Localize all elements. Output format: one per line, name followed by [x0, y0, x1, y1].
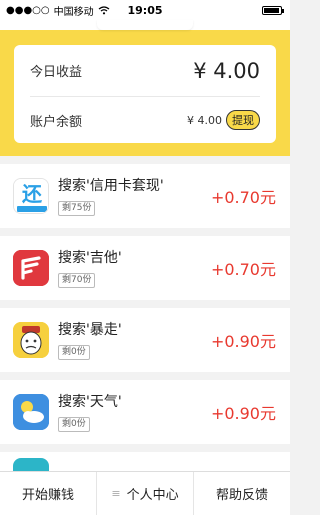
- task-reward: +0.70元: [210, 188, 276, 207]
- task-list: 还 搜索'信用卡套现' 剩75份 +0.70元 搜索'吉他' 剩70份 +0.7…: [0, 164, 290, 482]
- balance-amount: ¥ 4.00: [187, 113, 222, 127]
- today-earnings-row: 今日收益 ¥ 4.00: [30, 45, 260, 97]
- task-item[interactable]: 搜索'暴走' 剩0份 +0.90元: [0, 308, 290, 372]
- huan-app-icon: 还: [13, 178, 49, 214]
- balance-row: 账户余额 ¥ 4.00 提现: [30, 97, 260, 143]
- nav-pill: [97, 20, 193, 30]
- battery-icon: [262, 6, 284, 15]
- tab-start-earning[interactable]: 开始赚钱: [0, 472, 97, 515]
- menu-icon: ≡: [111, 487, 121, 500]
- task-title: 搜索'天气': [58, 393, 122, 410]
- remaining-badge: 剩0份: [58, 344, 90, 360]
- guitar-app-icon: [13, 250, 49, 286]
- tab-start-earning-label: 开始赚钱: [21, 488, 74, 503]
- today-earnings-amount: ¥ 4.00: [193, 58, 260, 83]
- svg-text:还: 还: [21, 182, 43, 206]
- task-title: 搜索'暴走': [58, 321, 122, 338]
- remaining-badge: 剩75份: [58, 200, 96, 216]
- task-reward: +0.70元: [210, 260, 276, 279]
- task-title: 搜索'吉他': [58, 249, 122, 266]
- summary-band: 今日收益 ¥ 4.00 账户余额 ¥ 4.00 提现: [0, 30, 290, 156]
- task-info: 搜索'暴走' 剩0份: [58, 321, 211, 360]
- task-item[interactable]: 搜索'天气' 剩0份 +0.90元: [0, 380, 290, 444]
- tab-help-feedback[interactable]: 帮助反馈: [194, 472, 290, 515]
- task-item[interactable]: 还 搜索'信用卡套现' 剩75份 +0.70元: [0, 164, 290, 228]
- signal-icon: ●●●○○: [6, 4, 50, 16]
- weather-app-icon: [13, 394, 49, 430]
- task-title: 搜索'信用卡套现': [58, 177, 164, 194]
- task-reward: +0.90元: [210, 332, 276, 351]
- status-left: ●●●○○ 中国移动: [6, 3, 110, 18]
- wifi-icon: [98, 5, 110, 14]
- tab-profile-label: 个人中心: [126, 488, 179, 503]
- balance-right: ¥ 4.00 提现: [187, 110, 260, 130]
- status-bar: ●●●○○ 中国移动 19:05: [0, 0, 290, 20]
- task-info: 搜索'天气' 剩0份: [58, 393, 211, 432]
- nav-strip: [0, 20, 290, 30]
- task-info: 搜索'吉他' 剩70份: [58, 249, 211, 288]
- bottom-tab-bar: 开始赚钱 ≡ 个人中心 帮助反馈: [0, 471, 290, 515]
- baozou-app-icon: [13, 322, 49, 358]
- task-item[interactable]: 搜索'吉他' 剩70份 +0.70元: [0, 236, 290, 300]
- carrier-name: 中国移动: [53, 6, 94, 18]
- remaining-badge: 剩70份: [58, 272, 96, 288]
- task-info: 搜索'信用卡套现' 剩75份: [58, 177, 211, 216]
- remaining-badge: 剩0份: [58, 416, 90, 432]
- summary-card: 今日收益 ¥ 4.00 账户余额 ¥ 4.00 提现: [14, 45, 276, 143]
- withdraw-button[interactable]: 提现: [226, 110, 260, 130]
- today-earnings-label: 今日收益: [30, 65, 83, 80]
- tab-profile[interactable]: ≡ 个人中心: [97, 472, 194, 515]
- balance-label: 账户余额: [30, 114, 83, 130]
- task-reward: +0.90元: [210, 404, 276, 423]
- tab-help-feedback-label: 帮助反馈: [215, 488, 268, 503]
